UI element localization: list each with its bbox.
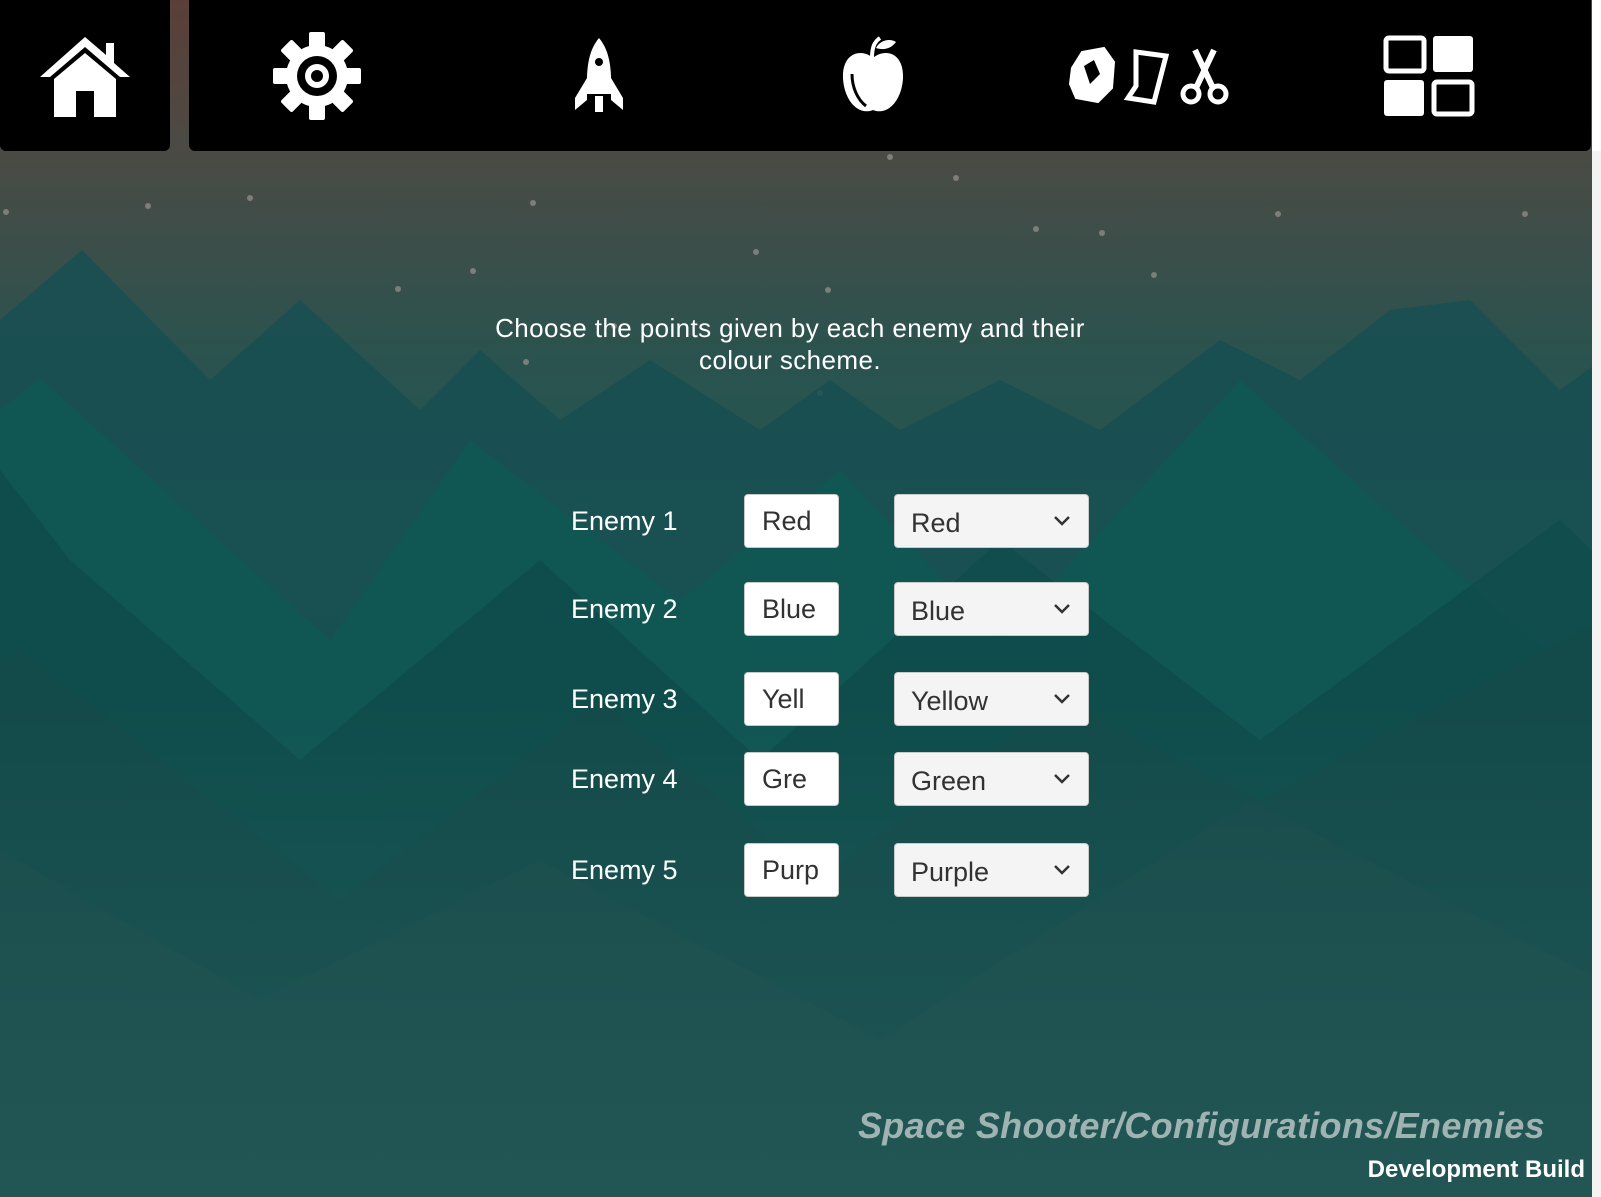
rock-paper-scissors-icon xyxy=(1066,44,1232,108)
colour-value: Yellow xyxy=(911,686,989,716)
colour-dropdown[interactable]: Blue xyxy=(894,582,1089,636)
chevron-down-icon xyxy=(1054,694,1070,704)
development-build-label: Development Build xyxy=(1367,1156,1585,1183)
points-input[interactable]: Gre xyxy=(744,752,839,806)
instructions-text: Choose the points given by each enemy an… xyxy=(495,313,1085,375)
enemy-label: Enemy 2 xyxy=(571,594,678,624)
enemy-label: Enemy 4 xyxy=(571,764,678,794)
colour-value: Green xyxy=(911,766,987,796)
points-value: Purp xyxy=(762,855,820,885)
rocket-icon xyxy=(569,36,629,116)
enemy-row: Enemy 1 Red Red xyxy=(0,493,1601,549)
colour-dropdown[interactable]: Red xyxy=(894,494,1089,548)
enemy-row: Enemy 3 Yell Yellow xyxy=(0,671,1601,727)
enemy-row: Enemy 4 Gre Green xyxy=(0,751,1601,807)
points-value: Blue xyxy=(762,594,817,624)
enemy-row: Enemy 5 Purp Purple xyxy=(0,842,1601,898)
points-value: Yell xyxy=(762,684,805,714)
colour-dropdown[interactable]: Green xyxy=(894,752,1089,806)
colour-value: Red xyxy=(911,508,961,538)
rock-paper-scissors-button[interactable] xyxy=(1059,0,1239,151)
chevron-down-icon xyxy=(1054,516,1070,526)
home-icon xyxy=(36,33,134,119)
points-input[interactable]: Yell xyxy=(744,672,839,726)
chevron-down-icon xyxy=(1054,604,1070,614)
home-button[interactable] xyxy=(0,0,170,151)
enemy-label: Enemy 1 xyxy=(571,506,678,536)
game-button[interactable] xyxy=(519,0,679,151)
settings-button[interactable] xyxy=(227,0,407,151)
grid-icon xyxy=(1383,35,1475,117)
points-input[interactable]: Purp xyxy=(744,843,839,897)
window-edge xyxy=(1592,0,1601,151)
main-toolbar xyxy=(189,0,1591,151)
breadcrumb: Space Shooter/Configurations/Enemies xyxy=(858,1105,1545,1146)
points-input[interactable]: Red xyxy=(744,494,839,548)
chevron-down-icon xyxy=(1054,774,1070,784)
points-input[interactable]: Blue xyxy=(744,582,839,636)
points-value: Red xyxy=(762,506,812,536)
chevron-down-icon xyxy=(1054,865,1070,875)
points-value: Gre xyxy=(762,764,808,794)
apps-button[interactable] xyxy=(1339,0,1519,151)
apple-button[interactable] xyxy=(793,0,953,151)
gear-icon xyxy=(272,31,362,121)
colour-dropdown[interactable]: Yellow xyxy=(894,672,1089,726)
colour-value: Blue xyxy=(911,596,966,626)
enemy-label: Enemy 5 xyxy=(571,855,678,885)
colour-value: Purple xyxy=(911,857,990,887)
home-toolbar xyxy=(0,0,170,151)
enemy-row: Enemy 2 Blue Blue xyxy=(0,581,1601,637)
enemy-label: Enemy 3 xyxy=(571,684,678,714)
apple-icon xyxy=(838,34,908,118)
colour-dropdown[interactable]: Purple xyxy=(894,843,1089,897)
